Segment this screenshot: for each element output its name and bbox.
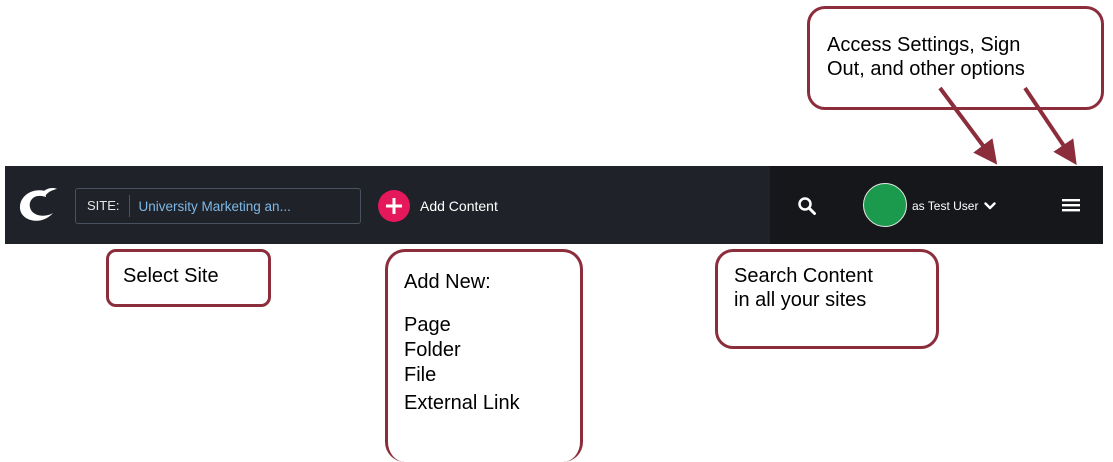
site-label: SITE: bbox=[76, 195, 130, 217]
search-callout-line2: in all your sites bbox=[734, 289, 867, 311]
add-new-item-file: File bbox=[404, 364, 437, 386]
plus-icon bbox=[378, 190, 410, 222]
user-label: as Test User bbox=[912, 199, 979, 213]
select-site-callout: Select Site bbox=[106, 249, 271, 307]
hamburger-menu-icon[interactable] bbox=[1060, 196, 1082, 214]
search-callout: Search Content in all your sites bbox=[715, 249, 939, 349]
search-callout-line1: Search Content bbox=[734, 265, 873, 287]
settings-callout: Access Settings, Sign Out, and other opt… bbox=[807, 6, 1104, 110]
add-new-item-external-link: External Link bbox=[404, 392, 520, 414]
add-new-title: Add New: bbox=[404, 271, 491, 293]
select-site-callout-text: Select Site bbox=[123, 265, 219, 287]
add-new-callout: Add New: Page Folder File External Link bbox=[385, 249, 583, 462]
search-icon[interactable] bbox=[797, 196, 817, 216]
chevron-down-icon bbox=[984, 202, 997, 210]
logo-icon[interactable] bbox=[15, 185, 61, 225]
site-selector[interactable]: SITE: University Marketing an... bbox=[75, 188, 361, 224]
settings-callout-line1: Access Settings, Sign bbox=[827, 34, 1021, 56]
add-new-item-page: Page bbox=[404, 314, 451, 336]
user-menu[interactable]: as Test User bbox=[912, 196, 997, 216]
add-content-button[interactable]: Add Content bbox=[378, 190, 498, 222]
add-content-label: Add Content bbox=[420, 198, 498, 214]
site-name: University Marketing an... bbox=[138, 198, 291, 214]
add-new-item-folder: Folder bbox=[404, 339, 461, 361]
avatar[interactable] bbox=[863, 183, 907, 227]
settings-callout-line2: Out, and other options bbox=[827, 58, 1025, 80]
